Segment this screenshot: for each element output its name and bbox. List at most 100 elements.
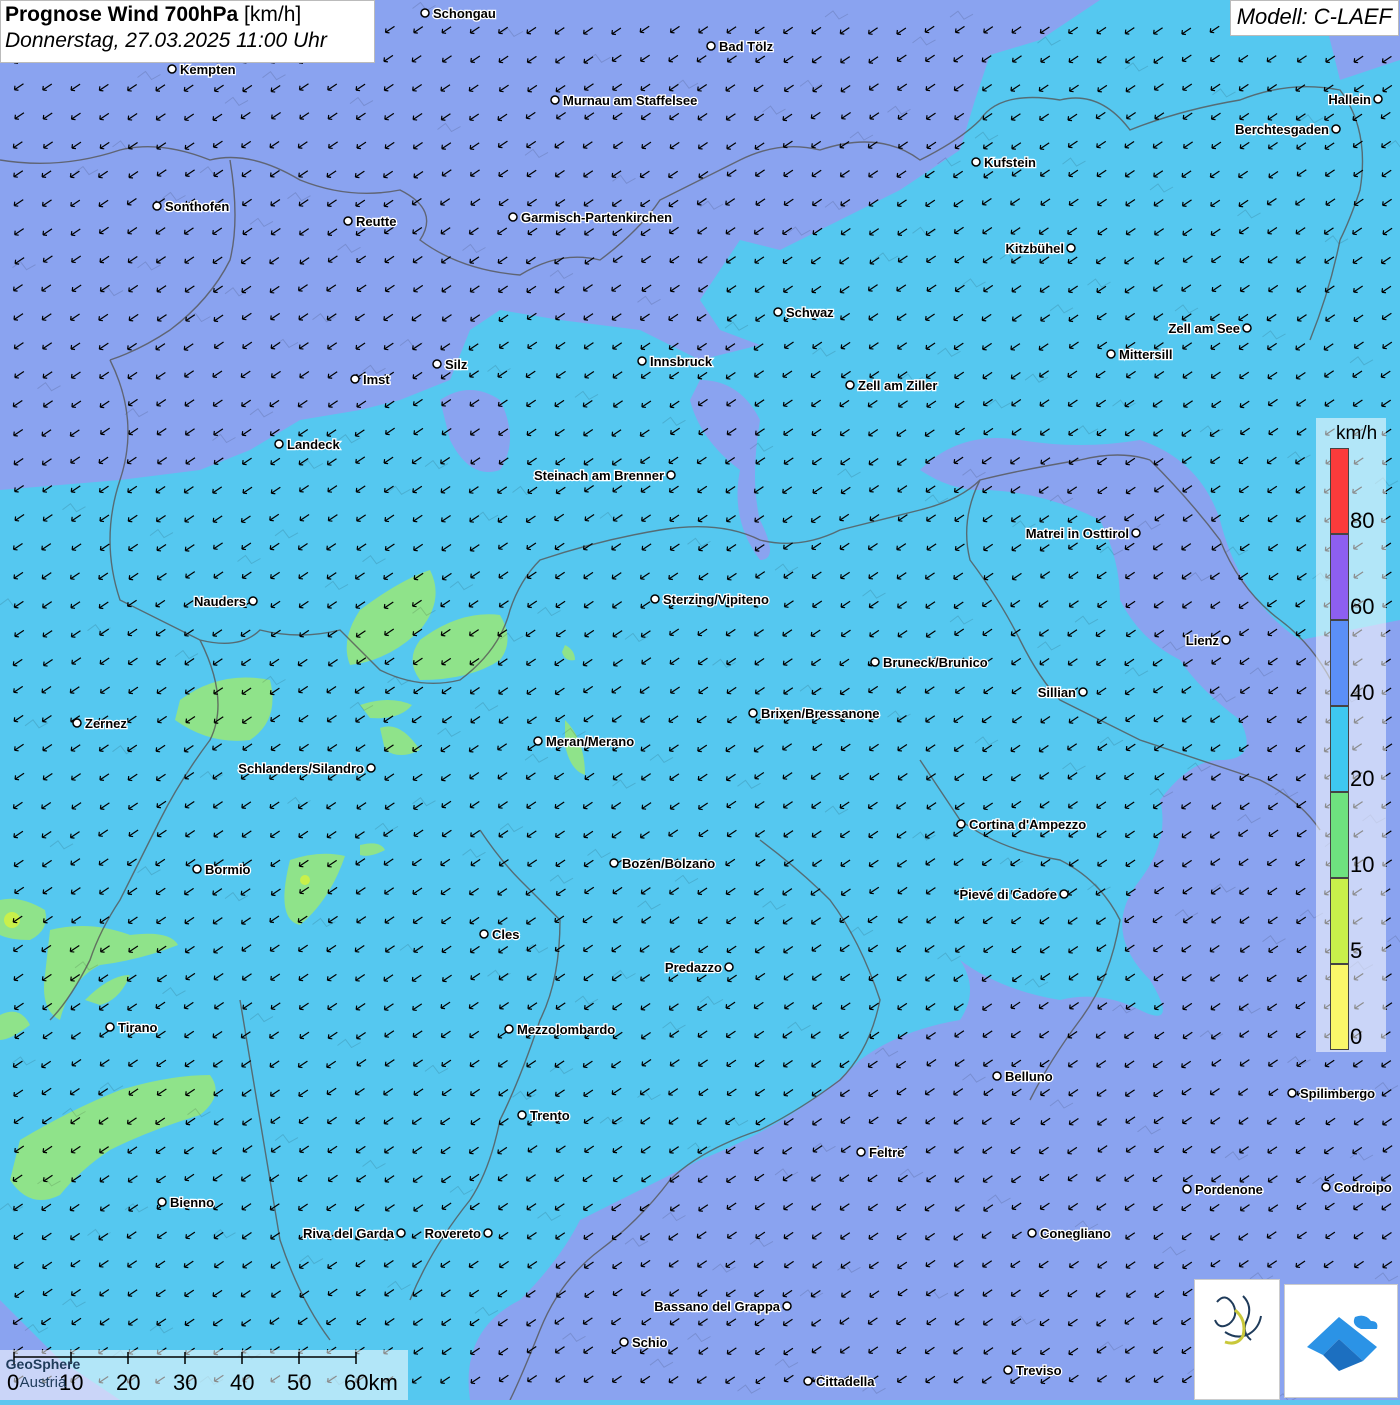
- city-label: Zell am See: [1168, 321, 1240, 336]
- city-label: Riva del Garda: [303, 1226, 395, 1241]
- legend-label: 80: [1350, 508, 1375, 533]
- legend-unit: km/h: [1336, 423, 1378, 444]
- city-matrei-in-osttirol: Matrei in Osttirol: [1024, 525, 1141, 542]
- city-dot: [1221, 635, 1231, 645]
- legend-swatch: [1330, 878, 1349, 964]
- title-bold: Prognose Wind 700hPa: [5, 3, 239, 26]
- city-label: Bad Tölz: [719, 39, 774, 54]
- city-label: Brixen/Bressanone: [761, 706, 880, 721]
- city-pieve-di-cadore: Pieve di Cadore: [958, 886, 1069, 903]
- city-dot: [1106, 349, 1116, 359]
- city-dot: [517, 1110, 527, 1120]
- city-label: Matrei in Osttirol: [1026, 526, 1129, 541]
- city-label: Bassano del Grappa: [654, 1299, 780, 1314]
- city-label: Treviso: [1016, 1363, 1062, 1378]
- city-dot: [533, 736, 543, 746]
- legend-label: 20: [1350, 766, 1375, 791]
- city-dot: [1331, 124, 1341, 134]
- city-dot: [803, 1376, 813, 1386]
- city-dot: [1027, 1228, 1037, 1238]
- city-sonthofen: Sonthofen: [152, 198, 231, 215]
- city-label: Schlanders/Silandro: [238, 761, 364, 776]
- map-title: Prognose Wind 700hPa [km/h]: [5, 3, 370, 27]
- city-conegliano: Conegliano: [1027, 1225, 1112, 1242]
- city-dot: [248, 596, 258, 606]
- legend-label: 40: [1350, 680, 1375, 705]
- city-dot: [706, 41, 716, 51]
- city-dot: [157, 1197, 167, 1207]
- city-dot: [1287, 1088, 1297, 1098]
- legend-label: 5: [1350, 938, 1363, 963]
- city-label: Steinach am Brenner: [534, 468, 664, 483]
- city-dot: [971, 157, 981, 167]
- city-label: Schio: [632, 1335, 667, 1350]
- city-label: Mezzolombardo: [517, 1022, 615, 1037]
- title-box: Prognose Wind 700hPa [km/h] Donnerstag, …: [0, 0, 375, 63]
- city-dot: [1078, 687, 1088, 697]
- city-garmisch-partenkirchen: Garmisch-Partenkirchen: [508, 209, 673, 226]
- city-murnau-am-staffelsee: Murnau am Staffelsee: [550, 92, 699, 109]
- city-label: Sillian: [1038, 685, 1076, 700]
- city-label: Imst: [363, 372, 390, 387]
- city-label: Bormio: [205, 862, 251, 877]
- city-dot: [105, 1022, 115, 1032]
- city-mezzolombardo: Mezzolombardo: [504, 1021, 617, 1038]
- city-label: Schwaz: [786, 305, 834, 320]
- scale-label: 40: [230, 1370, 255, 1395]
- city-brixen-bressanone: Brixen/Bressanone: [748, 705, 881, 722]
- city-berchtesgaden: Berchtesgaden: [1234, 121, 1341, 138]
- city-label: Kitzbühel: [1006, 241, 1065, 256]
- city-dot: [396, 1228, 406, 1238]
- city-dot: [350, 374, 360, 384]
- city-label: Nauders: [194, 594, 246, 609]
- city-dot: [1003, 1365, 1013, 1375]
- forecast-datetime: Donnerstag, 27.03.2025 11:00 Uhr: [5, 29, 327, 52]
- city-label: Kufstein: [984, 155, 1036, 170]
- city-label: Sterzing/Vipiteno: [663, 592, 769, 607]
- model-label: Modell: C-LAEF: [1229, 0, 1399, 36]
- geosphere-logo: [1194, 1279, 1280, 1400]
- city-dot: [1242, 323, 1252, 333]
- city-dot: [609, 858, 619, 868]
- city-dot: [550, 95, 560, 105]
- scale-label: 50: [287, 1370, 312, 1395]
- city-dot: [666, 470, 676, 480]
- city-dot: [724, 962, 734, 972]
- geosphere-logo-icon: [1214, 1295, 1262, 1345]
- city-bozen-bolzano: Bozen/Bolzano: [609, 855, 716, 872]
- city-schongau: Schongau: [420, 5, 497, 22]
- legend-label: 60: [1350, 594, 1375, 619]
- city-steinach-am-brenner: Steinach am Brenner: [533, 467, 676, 484]
- city-dot: [992, 1071, 1002, 1081]
- legend-swatch: [1330, 964, 1349, 1050]
- wind-map: Schongau Bad Tölz Kempten Murnau am Staffel…: [0, 0, 1400, 1400]
- city-label: Hallein: [1328, 92, 1371, 107]
- city-label: Innsbruck: [650, 354, 713, 369]
- city-dot: [483, 1228, 493, 1238]
- city-dot: [956, 819, 966, 829]
- city-dot: [152, 201, 162, 211]
- city-label: Garmisch-Partenkirchen: [521, 210, 672, 225]
- city-label: Cles: [492, 927, 519, 942]
- city-spilimbergo: Spilimbergo: [1287, 1085, 1376, 1102]
- city-label: Lienz: [1186, 633, 1220, 648]
- geosphere-country: Austria: [19, 1374, 67, 1391]
- city-dot: [650, 594, 660, 604]
- city-label: Mittersill: [1119, 347, 1172, 362]
- city-dot: [420, 8, 430, 18]
- scale-label: 30: [173, 1370, 198, 1395]
- city-label: Silz: [445, 357, 468, 372]
- city-riva-del-garda: Riva del Garda: [302, 1225, 406, 1242]
- city-label: Meran/Merano: [546, 734, 634, 749]
- legend-swatch: [1330, 706, 1349, 792]
- city-label: Cittadella: [816, 1374, 875, 1389]
- city-label: Pordenone: [1195, 1182, 1263, 1197]
- city-label: Conegliano: [1040, 1226, 1111, 1241]
- city-dot: [870, 657, 880, 667]
- city-label: Murnau am Staffelsee: [563, 93, 697, 108]
- city-dot: [1059, 889, 1069, 899]
- city-dot: [343, 216, 353, 226]
- city-label: Predazzo: [665, 960, 722, 975]
- city-dot: [1066, 243, 1076, 253]
- city-label: Rovereto: [425, 1226, 481, 1241]
